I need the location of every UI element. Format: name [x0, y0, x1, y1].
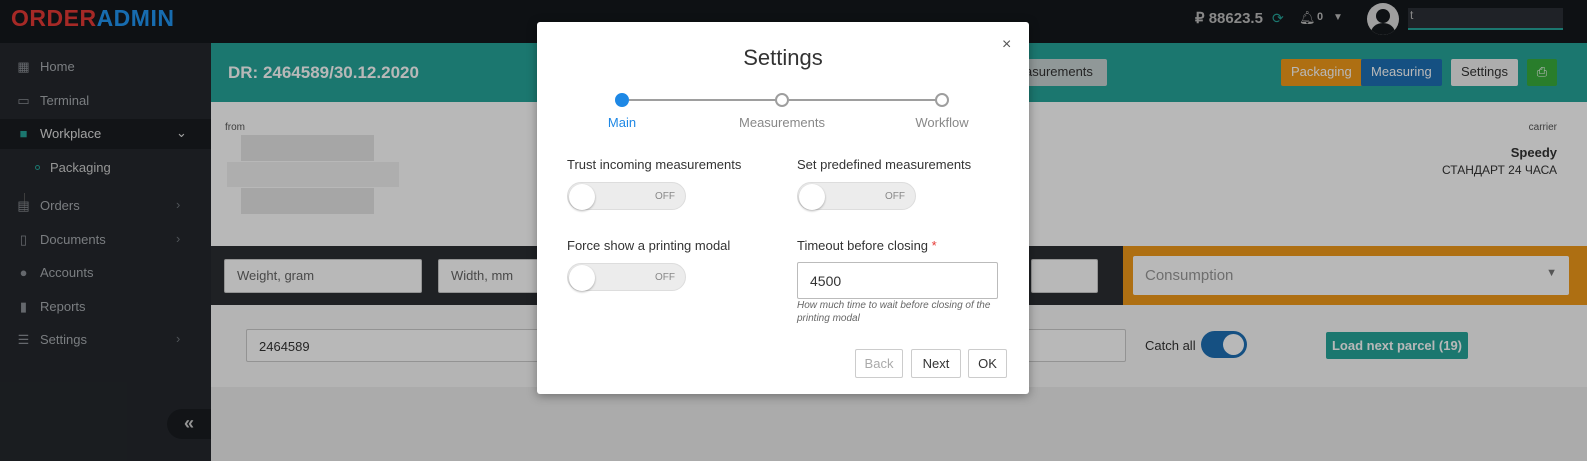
step-main-label[interactable]: Main	[608, 115, 636, 130]
set-predefined-toggle[interactable]: OFF	[797, 182, 916, 210]
step-workflow-label[interactable]: Workflow	[915, 115, 968, 130]
back-button[interactable]: Back	[855, 349, 903, 378]
close-icon[interactable]: ×	[1002, 36, 1011, 54]
step-workflow-dot[interactable]	[935, 93, 949, 107]
required-mark: *	[931, 238, 937, 253]
toggle-state: OFF	[655, 191, 675, 202]
trust-incoming-label: Trust incoming measurements	[567, 157, 742, 172]
set-predefined-label: Set predefined measurements	[797, 157, 972, 172]
step-measurements-label[interactable]: Measurements	[739, 115, 825, 130]
step-main-dot[interactable]	[615, 93, 629, 107]
toggle-knob	[569, 265, 595, 291]
next-button[interactable]: Next	[911, 349, 961, 378]
stepper: Main Measurements Workflow	[537, 92, 1029, 132]
ok-button[interactable]: OK	[968, 349, 1007, 378]
modal-title: Settings	[743, 45, 823, 70]
timeout-input[interactable]: 4500	[797, 262, 998, 299]
toggle-state: OFF	[655, 272, 675, 283]
timeout-hint: How much time to wait before closing of …	[797, 300, 991, 324]
force-print-label: Force show a printing modal	[567, 238, 731, 253]
force-print-toggle[interactable]: OFF	[567, 263, 686, 291]
trust-incoming-toggle[interactable]: OFF	[567, 182, 686, 210]
step-measurements-dot[interactable]	[775, 93, 789, 107]
step-connector	[629, 99, 782, 101]
settings-modal: Settings × Main Measurements Workflow Tr…	[537, 22, 1029, 394]
timeout-label-text: Timeout before closing	[797, 238, 929, 253]
timeout-label: Timeout before closing *	[797, 238, 937, 253]
toggle-knob	[799, 184, 825, 210]
toggle-knob	[569, 184, 595, 210]
step-connector	[789, 99, 942, 101]
toggle-state: OFF	[885, 191, 905, 202]
